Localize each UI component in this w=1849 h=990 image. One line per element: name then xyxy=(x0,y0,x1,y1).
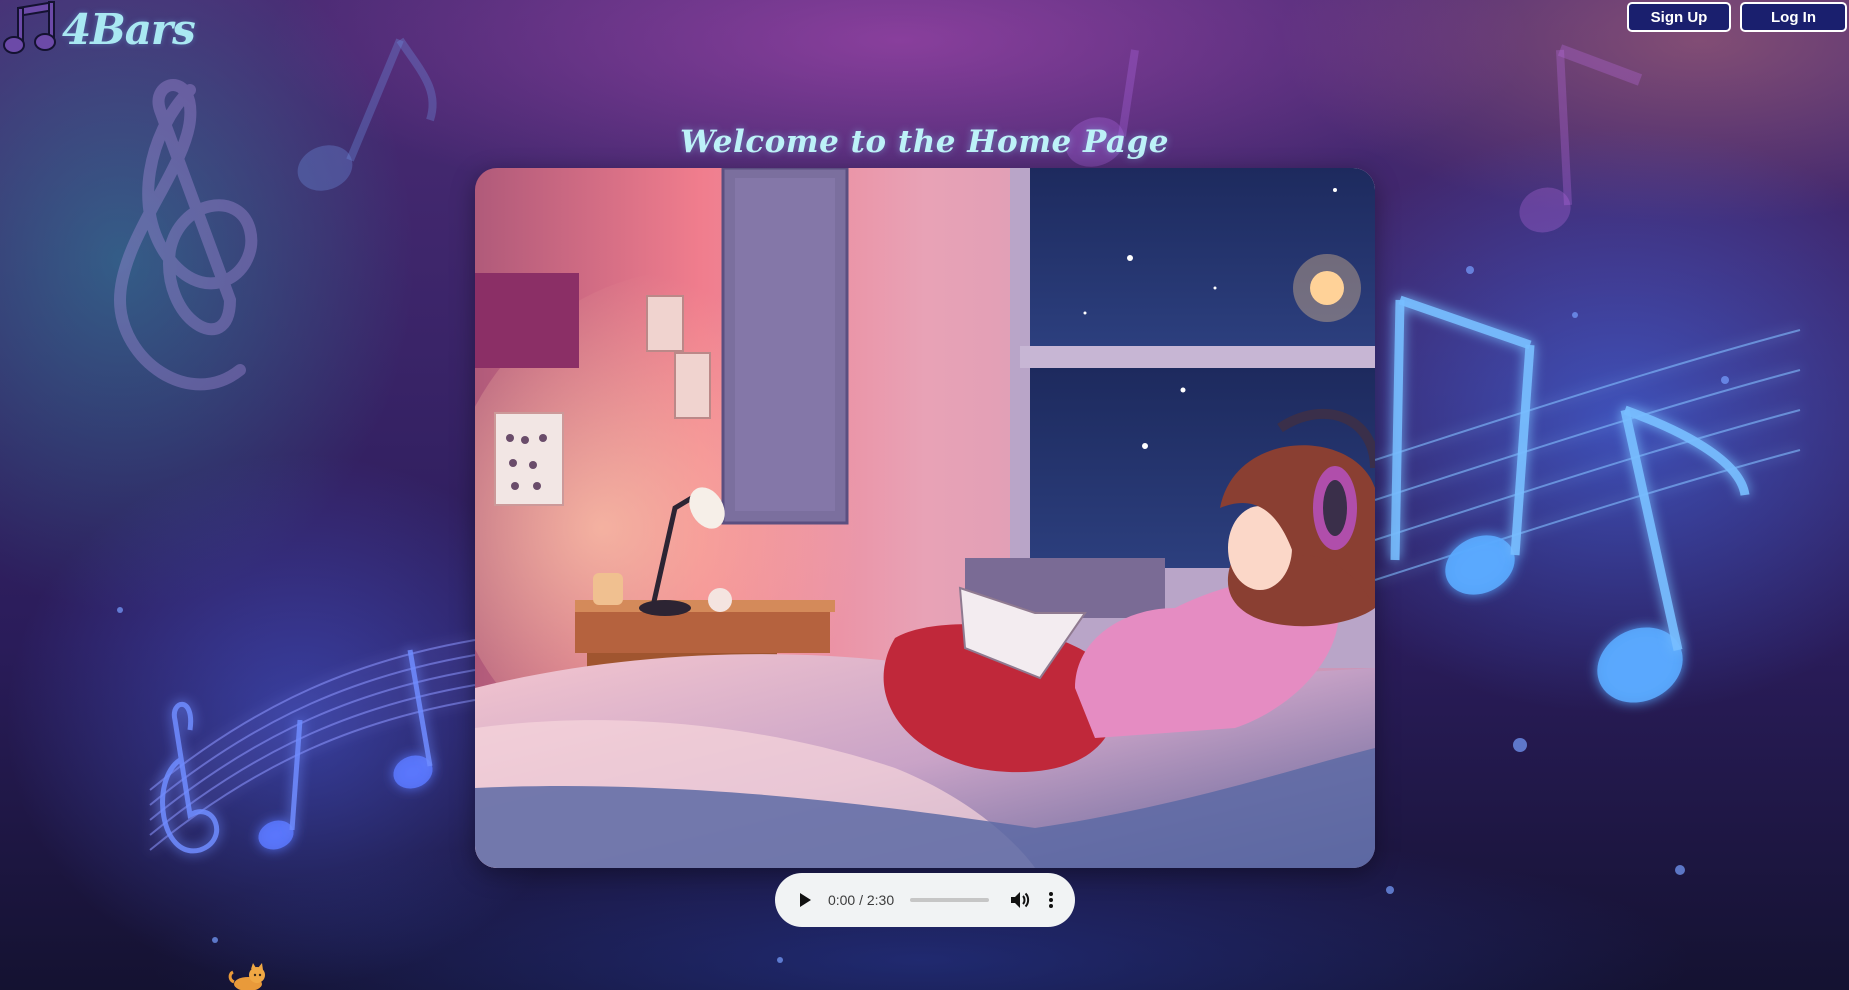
hero-image xyxy=(475,168,1375,868)
seek-slider[interactable] xyxy=(910,898,989,902)
cat-icon xyxy=(228,963,265,990)
brand-logo[interactable]: 4Bars xyxy=(2,0,196,58)
volume-button[interactable] xyxy=(1009,888,1032,912)
more-options-icon xyxy=(1049,892,1054,908)
play-icon xyxy=(800,893,812,907)
more-options-button[interactable] xyxy=(1042,888,1061,912)
lofi-bedroom-illustration xyxy=(475,168,1375,868)
playback-time: 0:00 / 2:30 xyxy=(827,892,895,908)
play-button[interactable] xyxy=(793,887,818,913)
audio-player[interactable]: 0:00 / 2:30 xyxy=(775,873,1075,927)
log-in-button[interactable]: Log In xyxy=(1740,2,1847,32)
page-title: Welcome to the Home Page xyxy=(679,124,1170,160)
volume-icon xyxy=(1011,892,1030,908)
sign-up-button[interactable]: Sign Up xyxy=(1627,2,1731,32)
brand-name: 4Bars xyxy=(62,4,196,54)
music-note-icon xyxy=(3,0,56,54)
